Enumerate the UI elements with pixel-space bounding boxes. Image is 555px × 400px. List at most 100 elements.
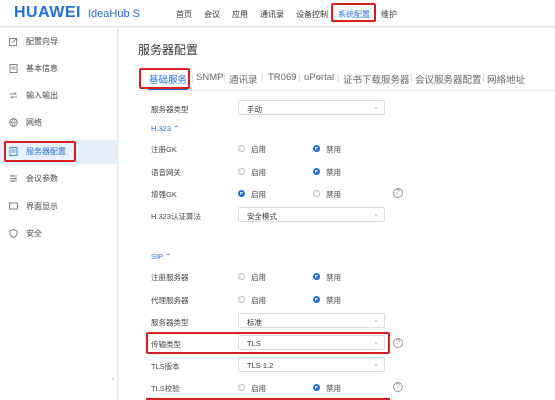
edit-icon: [9, 37, 18, 46]
sidebar-item-meeting-params[interactable]: 会议参数: [0, 167, 118, 191]
sidebar-item-label: 网络: [26, 118, 42, 127]
sip-server-type-select[interactable]: 标准 ⌄: [238, 313, 385, 328]
radio-label: 启用: [251, 273, 266, 282]
sidebar-item-network[interactable]: 网络: [0, 111, 118, 135]
chevron-down-icon: ⌄: [373, 361, 379, 368]
sidebar-item-label: 配置向导: [26, 37, 58, 46]
register-gk-disable-radio[interactable]: [313, 145, 320, 152]
sidebar-item-label: 界面显示: [26, 202, 58, 211]
voice-gateway-disable-radio[interactable]: [313, 168, 320, 175]
proxy-server-label: 代理服务器: [151, 296, 189, 305]
sidebar-item-io[interactable]: 输入输出: [0, 84, 118, 108]
tls-version-select[interactable]: TLS 1.2 ⌄: [238, 357, 385, 372]
register-server-label: 注册服务器: [151, 273, 189, 282]
chevron-up-icon: ⌃: [173, 124, 180, 133]
tab-meeting-server-config[interactable]: 会议服务器配置: [415, 72, 482, 86]
sidebar-item-label: 输入输出: [26, 91, 58, 100]
tab-separator: |: [482, 72, 485, 83]
tab-separator: |: [261, 72, 264, 83]
product-name: IdeaHub S: [88, 8, 140, 20]
radio-label: 禁用: [326, 145, 341, 154]
page-title: 服务器配置: [138, 43, 199, 57]
brand-logo: HUAWEI: [14, 4, 81, 21]
sip-server-type-label: 服务器类型: [151, 318, 189, 327]
nav-meeting[interactable]: 会议: [204, 9, 220, 20]
register-gk-label: 注册GK: [151, 145, 177, 154]
tab-tr069[interactable]: TR069: [268, 72, 297, 83]
tls-check-enable-radio[interactable]: [238, 384, 245, 391]
enhanced-gk-enable-radio[interactable]: [238, 190, 245, 197]
enhanced-gk-label: 增强GK: [151, 190, 177, 199]
sliders-icon: [9, 174, 18, 183]
chevron-down-icon: ⌄: [373, 211, 379, 218]
nav-contacts[interactable]: 通讯录: [260, 9, 284, 20]
radio-label: 禁用: [326, 168, 341, 177]
sidebar-item-label: 安全: [26, 229, 42, 238]
shield-icon: [9, 229, 18, 238]
chevron-down-icon: ⌄: [373, 104, 379, 111]
radio-label: 禁用: [326, 384, 341, 393]
h323-section-title: H.323: [151, 124, 172, 133]
top-bar: HUAWEI IdeaHub S 首页 会议 应用 通讯录 设备控制 系统配置 …: [0, 0, 555, 27]
select-value: 安全模式: [247, 212, 277, 221]
h323-section-header[interactable]: H.323 ⌃: [151, 124, 179, 133]
tab-cert-download-server[interactable]: 证书下载服务器: [343, 72, 410, 86]
enhanced-gk-disable-radio[interactable]: [313, 190, 320, 197]
radio-label: 启用: [251, 384, 266, 393]
voice-gateway-label: 语音网关: [151, 168, 181, 177]
tab-separator: |: [191, 72, 194, 83]
sidebar-item-wizard[interactable]: 配置向导: [0, 30, 118, 54]
radio-label: 启用: [251, 296, 266, 305]
h323-auth-label: H.323认证算法: [151, 212, 202, 221]
register-server-disable-radio[interactable]: [313, 273, 320, 280]
sidebar-item-security[interactable]: 安全: [0, 222, 118, 246]
chevron-up-icon: ⌃: [165, 252, 172, 261]
highlight-system-config: [331, 3, 376, 22]
sip-section-title: SIP: [151, 252, 163, 261]
io-icon: [9, 91, 18, 100]
h323-auth-select[interactable]: 安全模式 ⌄: [238, 207, 385, 222]
help-icon[interactable]: ?: [393, 188, 403, 198]
display-icon: [9, 202, 18, 211]
sidebar: 配置向导 基本信息 输入输出 网络 服务器配置 会议参数 界面显示 安全 ‹: [0, 28, 118, 400]
nav-apps[interactable]: 应用: [232, 9, 248, 20]
tab-divider: [138, 90, 555, 91]
select-value: 标准: [247, 318, 262, 327]
tab-separator: |: [410, 72, 413, 83]
server-type-label: 服务器类型: [151, 105, 189, 114]
register-server-enable-radio[interactable]: [238, 273, 245, 280]
highlight-basic-service-tab: [139, 68, 190, 89]
voice-gateway-enable-radio[interactable]: [238, 168, 245, 175]
proxy-server-enable-radio[interactable]: [238, 296, 245, 303]
nav-maintenance[interactable]: 维护: [381, 9, 397, 20]
radio-label: 启用: [251, 168, 266, 177]
tab-network-address[interactable]: 网络地址: [487, 72, 525, 86]
proxy-server-disable-radio[interactable]: [313, 296, 320, 303]
nav-home[interactable]: 首页: [176, 9, 192, 20]
sidebar-item-display[interactable]: 界面显示: [0, 195, 118, 219]
tab-separator: |: [298, 72, 301, 83]
tls-check-label: TLS校验: [151, 384, 180, 393]
tab-contacts[interactable]: 通讯录: [229, 72, 258, 86]
sidebar-item-label: 会议参数: [26, 174, 58, 183]
tls-check-disable-radio[interactable]: [313, 384, 320, 391]
help-icon[interactable]: ?: [393, 338, 403, 348]
select-value: TLS 1.2: [247, 361, 274, 370]
radio-label: 启用: [251, 145, 266, 154]
register-gk-enable-radio[interactable]: [238, 145, 245, 152]
tab-uportal[interactable]: uPortal: [304, 72, 334, 83]
tls-version-label: TLS版本: [151, 362, 180, 371]
globe-icon: [9, 118, 18, 127]
chevron-down-icon: ⌄: [373, 317, 379, 324]
server-type-select[interactable]: 手动 ⌄: [238, 100, 385, 115]
radio-label: 禁用: [326, 190, 341, 199]
highlight-transport-type: [146, 332, 390, 354]
sip-section-header[interactable]: SIP ⌃: [151, 252, 171, 261]
nav-device-control[interactable]: 设备控制: [296, 9, 328, 20]
main-panel: 服务器配置 基础服务 | SNMP | 通讯录 | TR069 | uPorta…: [119, 28, 555, 400]
tab-snmp[interactable]: SNMP: [196, 72, 223, 83]
radio-label: 启用: [251, 190, 266, 199]
help-icon[interactable]: ?: [393, 382, 403, 392]
sidebar-collapse-icon[interactable]: ‹: [112, 376, 118, 394]
sidebar-item-basic-info[interactable]: 基本信息: [0, 57, 118, 81]
